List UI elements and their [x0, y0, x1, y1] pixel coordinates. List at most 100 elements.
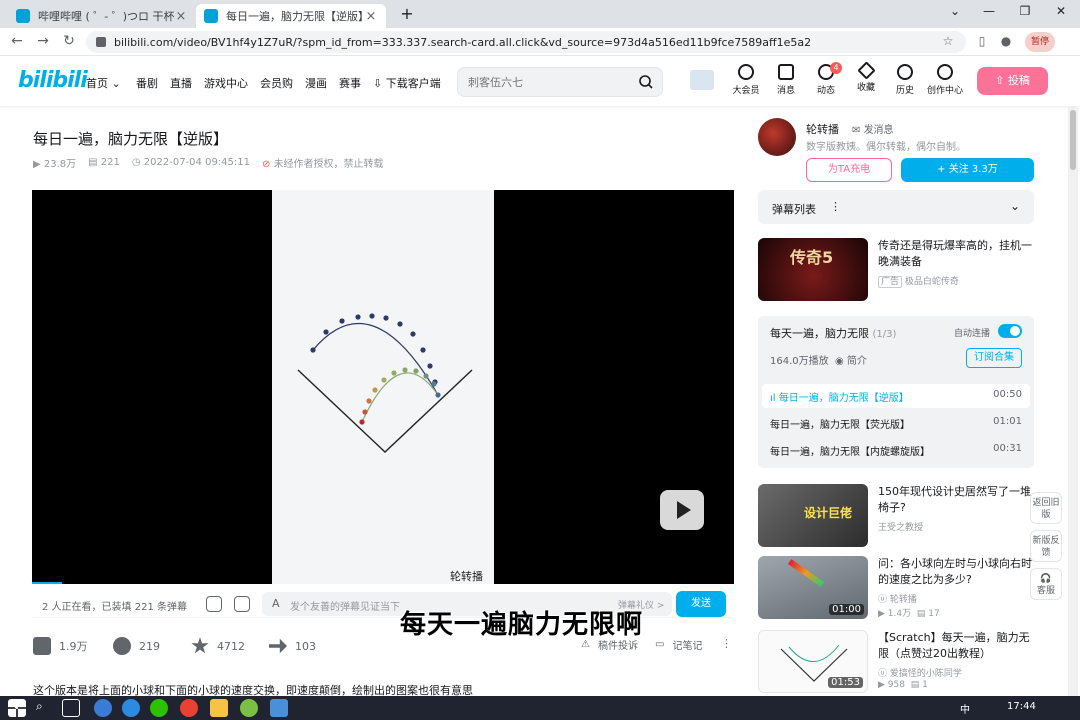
send-danmaku-button[interactable]: 发送	[676, 591, 726, 617]
danmaku-icon: ▤	[910, 680, 923, 690]
account-icon[interactable]: ●	[998, 34, 1014, 50]
nav-game-center[interactable]: 游戏中心	[204, 75, 248, 91]
ad-card[interactable]: 传奇5 传奇还是得玩爆率高的，挂机一晚满装备 广告 极品白蛇传奇	[758, 238, 1034, 302]
notes-label: 记笔记	[672, 641, 703, 652]
header-dynamic[interactable]: 动态 4	[806, 62, 846, 96]
like-button[interactable]: 1.9万	[33, 637, 88, 655]
page-scrollbar-thumb[interactable]	[1070, 110, 1076, 170]
profile-pause-button[interactable]: 暂停	[1025, 32, 1055, 52]
video-frame	[272, 190, 494, 584]
playlist-item[interactable]: 每日一遍，脑力无限【内旋螺旋版】 00:31	[762, 438, 1030, 462]
app-window-icon[interactable]	[270, 699, 288, 717]
nav-download-client[interactable]: ⇩ 下载客户端	[373, 75, 441, 91]
autoplay-toggle[interactable]	[998, 324, 1022, 338]
nav-manga[interactable]: 漫画	[305, 75, 327, 91]
recommend-card[interactable]: 设计巨佬 150年现代设计史居然写了一堆椅子? 王受之教授	[758, 484, 1034, 548]
chevron-down-icon[interactable]: ⌄	[1010, 199, 1020, 213]
danmaku-toggle-icon[interactable]	[206, 596, 222, 612]
danmaku-placeholder: 发个友善的弹幕见证当下	[290, 602, 400, 613]
wechat-icon[interactable]	[150, 699, 168, 717]
tab-search-icon[interactable]: ⌄	[940, 4, 970, 22]
report-button[interactable]: ⚠ 稿件投诉	[581, 637, 638, 652]
browser-app-icon[interactable]	[94, 699, 112, 717]
follow-button[interactable]: + 关注 3.3万	[901, 158, 1034, 182]
bilibili-logo[interactable]: bilibili	[18, 68, 88, 93]
recommend-play-count: 1.4万	[887, 609, 912, 619]
tab-close-icon[interactable]: ×	[364, 9, 378, 24]
nav-mall[interactable]: 会员购	[260, 75, 293, 91]
header-icon-label: 创作中心	[926, 86, 963, 96]
recommend-card[interactable]: 01:53 【Scratch】每天一遍，脑力无限（点赞过20出教程） ⓤ 爱搞怪…	[758, 630, 1034, 694]
favorite-button[interactable]: 4712	[191, 637, 245, 655]
nav-esports[interactable]: 赛事	[339, 75, 361, 91]
danmaku-list-panel[interactable]: 弹幕列表 ⋮ ⌄	[758, 190, 1034, 224]
nav-bangumi[interactable]: 番剧	[136, 75, 158, 91]
coin-button[interactable]: 219	[113, 637, 160, 655]
upload-button[interactable]: ⇧ 投稿	[977, 67, 1048, 95]
taskbar-clock[interactable]: 17:44	[1007, 701, 1036, 712]
charge-button[interactable]: 为TA充电	[806, 158, 892, 182]
play-button[interactable]	[660, 490, 704, 530]
back-to-old-version-button[interactable]: 返回旧版	[1030, 492, 1062, 524]
playlist-title[interactable]: 每天一遍，脑力无限 (1/3)	[770, 325, 896, 341]
start-icon[interactable]	[8, 699, 26, 717]
nav-home[interactable]: 首页 ⌄	[86, 75, 121, 91]
browser-tab-video[interactable]: 每日一遍，脑力无限【逆版】_哔 ×	[196, 4, 386, 28]
video-actions: 1.9万 219 4712 103 ⚠ 稿件投诉 ▭ 记笔记 ⋮	[33, 633, 733, 657]
app-icon[interactable]	[240, 699, 258, 717]
header-favorites[interactable]: 收藏	[846, 61, 886, 93]
playlist-item[interactable]: 每日一遍，脑力无限【荧光版】 01:01	[762, 411, 1030, 435]
publish-date-value: 2022-07-04 09:45:11	[143, 157, 250, 168]
reload-icon[interactable]: ↻	[60, 33, 78, 51]
search-icon[interactable]	[638, 74, 654, 90]
header-creator-center[interactable]: 创作中心	[925, 64, 965, 96]
address-bar[interactable]: bilibili.com/video/BV1hf4y1Z7uR/?spm_id_…	[86, 31, 966, 53]
header-history[interactable]: 历史	[885, 64, 925, 96]
danmaku-style-icon[interactable]: A	[272, 597, 280, 610]
recommend-thumb-graphic	[787, 559, 825, 587]
new-tab-button[interactable]: +	[392, 4, 422, 23]
video-meta: ▶ 23.8万 ▤ 221 ◷ 2022-07-04 09:45:11 未经作者…	[33, 155, 384, 170]
more-options-icon[interactable]: ⋮	[721, 637, 732, 650]
video-player[interactable]: 轮转播	[32, 190, 734, 584]
playlist-item[interactable]: ıl 每日一遍，脑力无限【逆版】 00:50	[762, 384, 1030, 408]
up-avatar[interactable]	[758, 118, 796, 156]
page-scrollbar[interactable]	[1068, 106, 1078, 696]
download-icon: ⇩	[373, 77, 383, 90]
close-window-icon[interactable]: ✕	[1046, 4, 1076, 22]
more-dots-icon[interactable]: ⋮	[830, 200, 841, 213]
browser-tab-bilibili-home[interactable]: 哔哩哔哩 ( ゜- ゜)つロ 干杯~-bili ×	[8, 4, 196, 28]
up-name[interactable]: 轮转播	[806, 121, 839, 137]
sidepanel-icon[interactable]: ▯	[974, 34, 990, 50]
client-app-icon[interactable]	[690, 70, 714, 90]
search-input[interactable]	[468, 74, 628, 90]
header-messages[interactable]: 消息	[766, 64, 806, 96]
new-version-feedback-button[interactable]: 新版反馈	[1030, 530, 1062, 562]
file-explorer-icon[interactable]	[210, 699, 228, 717]
bilibili-favicon-icon	[204, 9, 218, 23]
minimize-icon[interactable]: —	[974, 4, 1004, 22]
forward-arrow-icon[interactable]: →	[34, 33, 52, 51]
danmaku-settings-icon[interactable]	[234, 596, 250, 612]
share-button[interactable]: 103	[269, 637, 316, 655]
header-icon-label: 大会员	[732, 86, 760, 96]
recommend-author: ⓤ 爱搞怪的小陈同学	[878, 666, 962, 679]
search-icon[interactable]: ⌕	[36, 699, 54, 717]
chrome-icon[interactable]	[180, 699, 198, 717]
bookmark-star-icon[interactable]: ☆	[940, 34, 956, 50]
playlist-intro-link[interactable]: 简介	[847, 356, 867, 367]
notes-button[interactable]: ▭ 记笔记	[655, 637, 702, 652]
edge-icon[interactable]	[122, 699, 140, 717]
recommend-card[interactable]: 01:00 问：各小球向左时与小球向右时的速度之比为多少? ⓤ 轮转播 ▶ 1.…	[758, 556, 1034, 620]
tab-close-icon[interactable]: ×	[174, 9, 188, 24]
task-view-icon[interactable]	[62, 699, 80, 717]
send-message-link[interactable]: ✉ 发消息	[852, 121, 894, 136]
customer-service-button[interactable]: 🎧 客服	[1030, 568, 1062, 600]
ime-indicator[interactable]: 中	[960, 701, 970, 716]
back-arrow-icon[interactable]: ←	[8, 33, 26, 51]
nav-live[interactable]: 直播	[170, 75, 192, 91]
header-vip[interactable]: 大会员	[726, 64, 766, 96]
subscribe-collection-button[interactable]: 订阅合集	[966, 348, 1022, 368]
ad-tag: 广告	[878, 276, 903, 288]
restore-icon[interactable]: ❐	[1010, 4, 1040, 22]
